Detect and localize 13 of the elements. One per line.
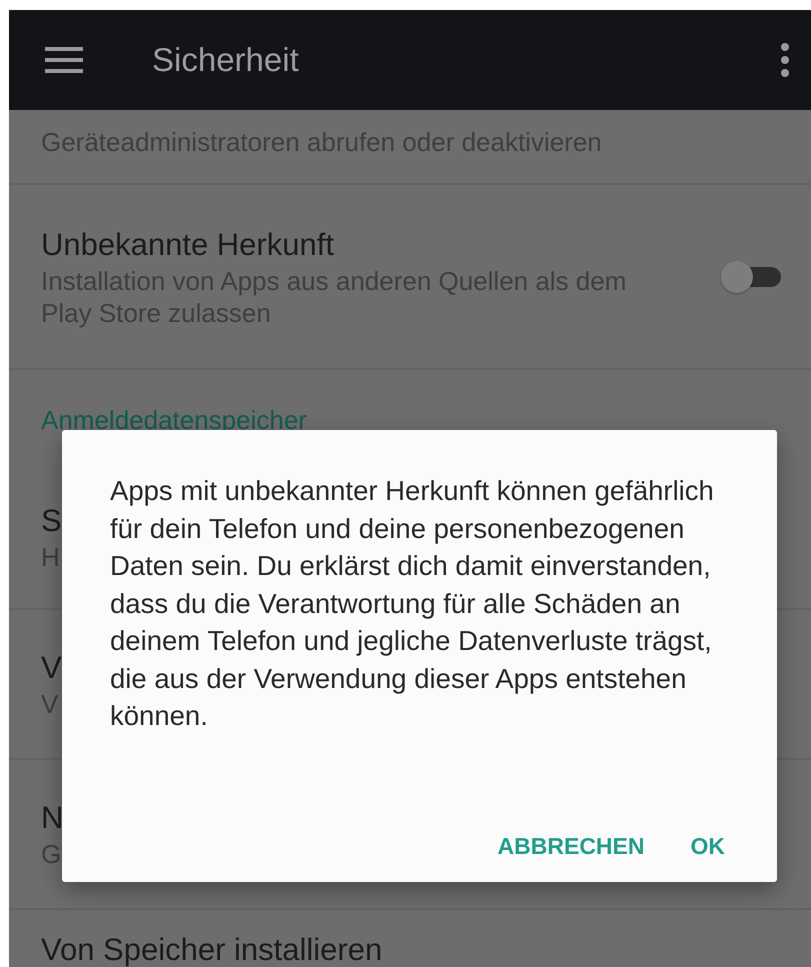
setting-title: S xyxy=(41,502,62,540)
setting-title: Von Speicher installieren xyxy=(41,931,382,967)
setting-title: N xyxy=(41,799,64,837)
cancel-button[interactable]: ABBRECHEN xyxy=(486,825,656,868)
confirm-button[interactable]: OK xyxy=(678,825,737,868)
section-header: Anmeldedatenspeicher xyxy=(41,405,307,435)
menu-icon[interactable] xyxy=(45,47,83,73)
setting-title: V xyxy=(41,649,62,687)
more-options-icon[interactable] xyxy=(781,43,789,77)
setting-title: Unbekannte Herkunft xyxy=(41,226,334,264)
dialog-message: Apps mit unbekannter Herkunft können gefährlich für dein Telefon und deine personenbezogenen Daten sein. Du erklärst dich damit einverstanden, dass du die Verantwortung für alle Schäden an deinem Telefon und jegliche Datenverluste trägst, die aus der Verwendung dieser Apps entstehen können. xyxy=(110,474,715,733)
screen-title: Sicherheit xyxy=(152,41,300,79)
toggle-switch[interactable] xyxy=(721,258,781,294)
